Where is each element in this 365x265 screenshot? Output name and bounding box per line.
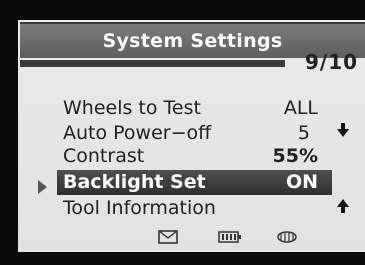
- menu-item-value: ALL: [283, 97, 318, 119]
- menu-item-label: Tool Information: [63, 197, 216, 219]
- tire-icon: [276, 229, 298, 248]
- selection-arrow-icon: [38, 180, 47, 194]
- menu-item-contrast[interactable]: Contrast 55%: [57, 144, 332, 169]
- menu-item-tool-information[interactable]: Tool Information: [57, 196, 332, 221]
- menu-item-label: Wheels to Test: [63, 97, 201, 119]
- scroll-down-icon: [337, 122, 349, 142]
- menu-item-value: 55%: [272, 145, 318, 167]
- page-title: System Settings: [102, 30, 283, 52]
- bezel-left: [0, 0, 18, 265]
- scroll-up-icon: [337, 198, 349, 218]
- menu-item-label: Auto Power−off: [63, 122, 212, 144]
- page-progress-bar: [20, 60, 285, 67]
- battery-icon: [218, 229, 242, 248]
- device-screen: System Settings 9/10 Wheels to Test ALL …: [0, 0, 365, 265]
- menu-item-backlight-set[interactable]: Backlight Set ON: [57, 170, 332, 195]
- page-indicator: 9/10: [305, 50, 359, 74]
- menu-item-label: Contrast: [63, 145, 145, 167]
- message-icon: [158, 229, 178, 248]
- menu-item-value: 5: [297, 122, 310, 144]
- menu-item-value: ON: [285, 171, 318, 193]
- menu-item-wheels-to-test[interactable]: Wheels to Test ALL: [57, 96, 332, 121]
- menu-item-label: Backlight Set: [63, 171, 206, 193]
- bezel-bottom: [0, 252, 365, 265]
- bezel-top: [0, 0, 365, 20]
- menu-item-auto-power-off[interactable]: Auto Power−off 5: [57, 121, 332, 146]
